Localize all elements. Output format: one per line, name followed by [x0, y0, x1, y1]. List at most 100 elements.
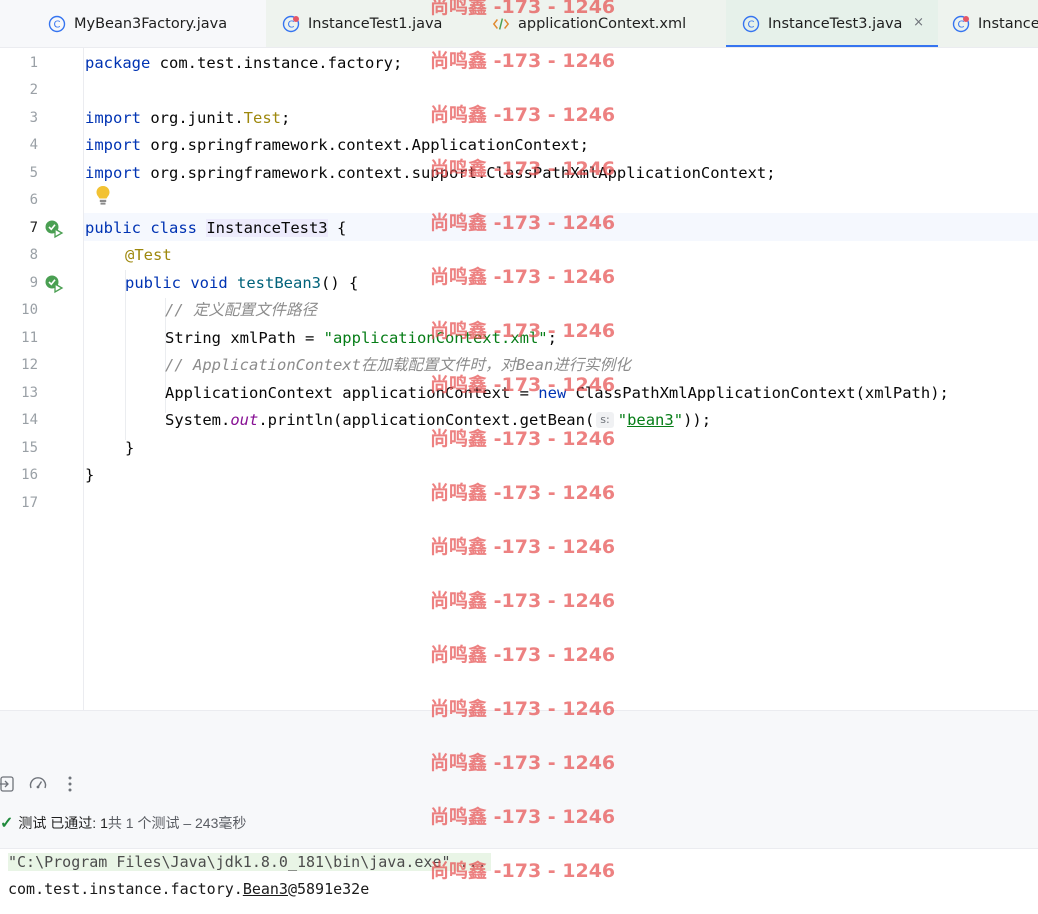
code-line-1: package com.test.instance.factory;	[85, 52, 402, 74]
code-text: com.test.instance.factory;	[150, 54, 403, 72]
annotation-class: Test	[243, 109, 281, 127]
console-text: @5891e32e	[287, 880, 370, 898]
line-number: 17	[21, 495, 38, 511]
line-number: 16	[21, 467, 38, 483]
code-line-13: ApplicationContext applicationContext = …	[165, 382, 949, 404]
console-output-line: com.test.instance.factory.Bean3@5891e32e	[8, 880, 369, 898]
code-text: org.springframework.context.ApplicationC…	[141, 136, 589, 154]
class-icon: C	[742, 15, 760, 33]
field-name: out	[230, 411, 259, 429]
line-number: 15	[21, 440, 38, 456]
code-text: }	[85, 466, 95, 484]
run-test-class-icon[interactable]	[44, 219, 64, 239]
keyword: public class	[85, 219, 197, 237]
svg-text:C: C	[54, 20, 61, 31]
tab-label: InstanceTest3.java	[768, 16, 903, 32]
line-number: 12	[21, 357, 38, 373]
line-number: 14	[21, 412, 38, 428]
method-name: testBean3	[237, 274, 321, 292]
code-editor[interactable]: 1 2 3 4 5 6 7 8 9 10 11 12 13 14 15 16 1…	[0, 48, 1038, 710]
line-number: 1	[29, 55, 38, 71]
parameter-hint: s:	[596, 412, 614, 428]
line-number: 9	[29, 275, 38, 291]
svg-text:C: C	[958, 20, 965, 31]
line-number: 8	[29, 247, 38, 263]
line-number-gutter: 1 2 3 4 5 6 7 8 9 10 11 12 13 14 15 16 1…	[0, 48, 84, 710]
tab-instancetest1[interactable]: C InstanceTest1.java	[266, 0, 480, 47]
svg-text:C: C	[288, 20, 295, 31]
code-line-16: }	[85, 464, 94, 486]
tab-instance-truncated[interactable]: C Instance	[938, 0, 1038, 47]
tab-mybean3factory[interactable]: C MyBean3Factory.java	[48, 0, 228, 47]
code-line-11: String xmlPath = "applicationContext.xml…	[165, 327, 557, 349]
code-line-14: System.out.println(applicationContext.ge…	[165, 409, 711, 431]
code-line-12: // ApplicationContext在加载配置文件时，对Bean进行实例化	[165, 354, 631, 376]
console-text: com.test.instance.factory.	[8, 880, 243, 898]
test-class-icon: C	[282, 15, 300, 33]
line-number: 3	[29, 110, 38, 126]
line-number: 2	[29, 82, 38, 98]
keyword: import	[85, 164, 141, 182]
string-literal: "applicationContext.xml"	[323, 329, 548, 347]
code-text: System.	[165, 411, 231, 429]
code-line-4: import org.springframework.context.Appli…	[85, 134, 589, 156]
speedometer-icon[interactable]	[28, 774, 48, 794]
code-text: ));	[683, 411, 712, 429]
code-line-8: @Test	[125, 244, 172, 266]
class-icon: C	[48, 15, 66, 33]
code-text: ClassPathXmlApplicationContext(xmlPath);	[566, 384, 949, 402]
code-text: ;	[280, 109, 291, 127]
code-text: }	[125, 439, 135, 457]
lightbulb-icon[interactable]	[95, 185, 111, 207]
line-number: 13	[21, 385, 38, 401]
line-number: 4	[29, 137, 38, 153]
line-number: 7	[29, 220, 38, 236]
code-text: ApplicationContext applicationContext =	[165, 384, 539, 402]
status-detail: 共 1 个测试 – 243毫秒	[107, 815, 247, 831]
line-number: 10	[21, 302, 38, 318]
tab-label: MyBean3Factory.java	[74, 16, 228, 32]
comment: // ApplicationContext在加载配置文件时，对Bean进行实例化	[165, 356, 631, 374]
import-tests-icon[interactable]	[0, 774, 18, 794]
run-tool-window: ✓ 测试 已通过: 1 共 1 个测试 – 243毫秒 "C:\Program …	[0, 768, 1038, 914]
class-name: InstanceTest3	[206, 219, 328, 237]
test-class-icon: C	[952, 15, 970, 33]
code-line-9: public void testBean3() {	[125, 272, 358, 294]
code-text: org.springframework.context.support.Clas…	[141, 164, 776, 182]
code-text: org.junit.	[141, 109, 244, 127]
svg-text:C: C	[748, 20, 755, 31]
console-output[interactable]: "C:\Program Files\Java\jdk1.8.0_181\bin\…	[0, 848, 1038, 914]
line-number: 6	[29, 192, 38, 208]
tab-applicationcontext-xml[interactable]: applicationContext.xml	[480, 0, 726, 47]
string-literal: "	[617, 411, 628, 429]
code-line-7: public class InstanceTest3 {	[85, 217, 346, 239]
code-text: {	[327, 219, 347, 237]
tab-label: applicationContext.xml	[518, 16, 687, 32]
comment: // 定义配置文件路径	[165, 301, 317, 319]
tab-instancetest3[interactable]: C InstanceTest3.java ×	[726, 0, 938, 47]
tab-label: Instance	[978, 16, 1038, 32]
string-literal-bean-ref[interactable]: bean3	[627, 411, 674, 429]
keyword: import	[85, 109, 141, 127]
editor-tab-bar: C MyBean3Factory.java C InstanceTest1.ja…	[0, 0, 1038, 48]
check-icon: ✓	[0, 815, 14, 832]
run-test-method-icon[interactable]	[44, 274, 64, 294]
keyword: public void	[125, 274, 228, 292]
console-command: "C:\Program Files\Java\jdk1.8.0_181\bin\…	[8, 853, 491, 871]
xml-icon	[492, 15, 510, 33]
tab-label: InstanceTest1.java	[308, 16, 443, 32]
keyword: import	[85, 136, 141, 154]
close-icon[interactable]: ×	[913, 15, 924, 30]
annotation: @Test	[125, 246, 172, 264]
code-text: String xmlPath =	[165, 329, 324, 347]
test-status: ✓ 测试 已通过: 1 共 1 个测试 – 243毫秒	[0, 811, 246, 835]
panel-splitter[interactable]	[0, 710, 1038, 768]
string-literal: "	[673, 411, 684, 429]
keyword: new	[538, 384, 567, 402]
more-options-icon[interactable]	[60, 774, 80, 794]
console-class-link[interactable]: Bean3	[243, 880, 288, 898]
keyword: package	[85, 54, 151, 72]
code-line-15: }	[125, 437, 134, 459]
